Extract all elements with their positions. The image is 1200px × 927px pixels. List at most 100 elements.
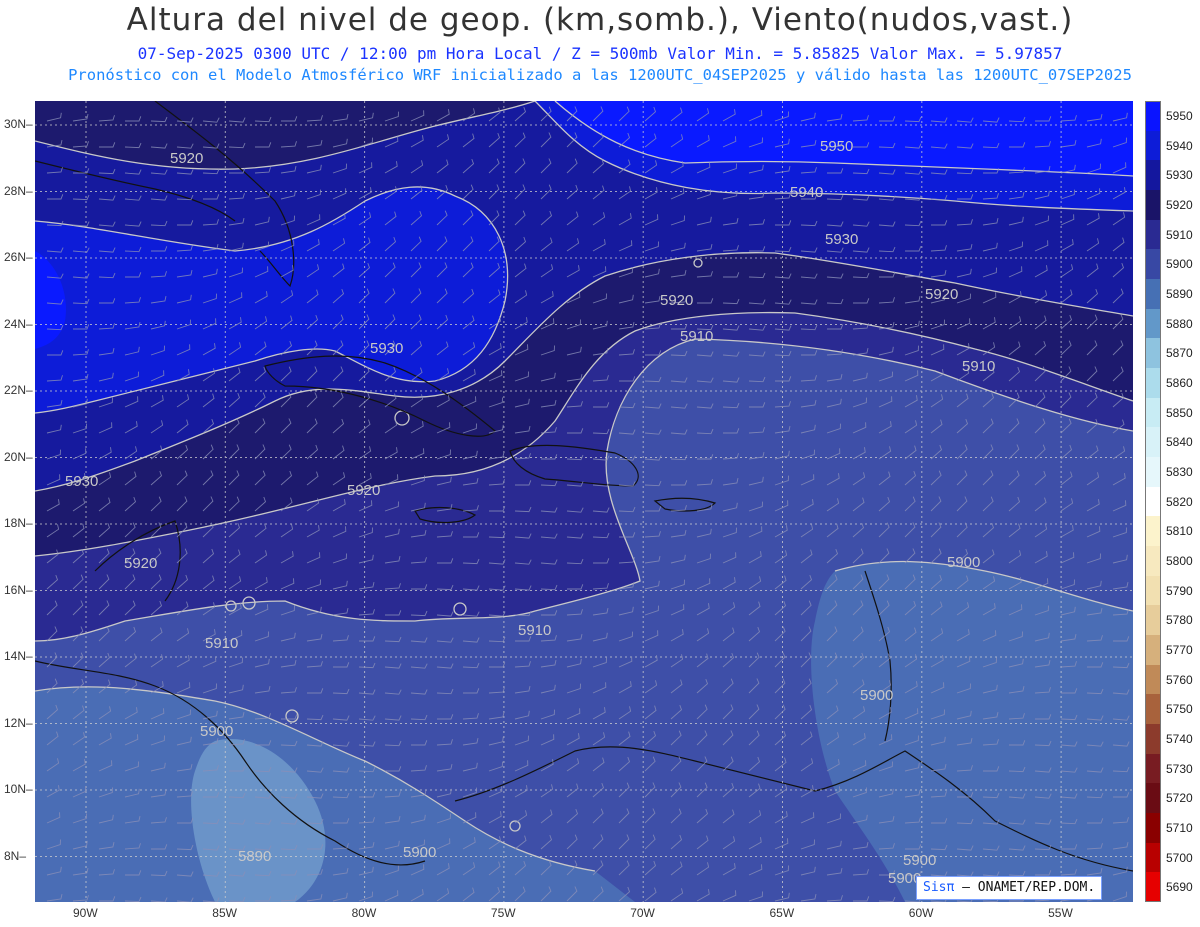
- colorbar-swatch: [1145, 664, 1161, 695]
- colorbar-swatch: [1145, 397, 1161, 428]
- colorbar-swatch: [1145, 842, 1161, 873]
- colorbar-label: 5700: [1166, 850, 1193, 865]
- colorbar-label: 5870: [1166, 346, 1193, 361]
- contour-label: 5940: [790, 184, 823, 201]
- lon-label: 75W: [490, 906, 516, 920]
- colorbar-label: 5850: [1166, 405, 1193, 420]
- colorbar-swatch: [1145, 546, 1161, 576]
- colorbar-swatch: [1145, 575, 1161, 606]
- colorbar-swatch: [1145, 279, 1161, 309]
- contour-label: 5930: [825, 231, 858, 248]
- colorbar-label: 5740: [1166, 731, 1193, 746]
- contour-label: 5910: [205, 635, 238, 652]
- credit-text: – ONAMET/REP.DOM.: [962, 880, 1096, 895]
- lat-label: 30N–: [4, 117, 33, 131]
- colorbar-label: 5770: [1166, 642, 1193, 657]
- contour-label: 5920: [170, 150, 203, 167]
- lat-label: 10N–: [4, 782, 33, 796]
- contour-label: 5900: [860, 687, 893, 704]
- contour-label: 5920: [347, 482, 380, 499]
- colorbar-label: 5840: [1166, 435, 1193, 450]
- colorbar-label: 5710: [1166, 820, 1193, 835]
- contour-label: 5890: [238, 848, 271, 865]
- colorbar-label: 5800: [1166, 553, 1193, 568]
- colorbar-label: 5930: [1166, 168, 1193, 183]
- geopotential-map: 5920 5950 5940 5930 5920 5930 5920 5910 5910 5930…: [35, 101, 1133, 902]
- contour-label: 5920: [124, 555, 157, 572]
- colorbar-label: 5780: [1166, 613, 1193, 628]
- contour-label: 5910: [680, 328, 713, 345]
- lat-label: 26N–: [4, 250, 33, 264]
- colorbar-swatch: [1145, 813, 1161, 843]
- contour-label: 5900: [403, 844, 436, 861]
- colorbar-label: 5810: [1166, 524, 1193, 539]
- contour-label: 5910: [962, 358, 995, 375]
- lat-label: 8N–: [4, 848, 27, 863]
- lat-label: 28N–: [4, 183, 33, 198]
- colorbar-label: 5830: [1166, 464, 1193, 479]
- colorbar-swatch: [1145, 101, 1161, 131]
- model-info-line: Pronóstico con el Modelo Atmosférico WRF…: [68, 66, 1132, 84]
- colorbar-label: 5790: [1166, 583, 1193, 598]
- colorbar-label: 5760: [1166, 672, 1193, 687]
- map-panel: 5920 5950 5940 5930 5920 5930 5920 5910 5910 5930…: [35, 101, 1133, 902]
- colorbar-label: 5820: [1166, 494, 1193, 509]
- colorbar-swatch: [1145, 308, 1161, 339]
- colorbar-label: 5730: [1166, 761, 1193, 776]
- colorbar-label: 5950: [1166, 108, 1193, 123]
- colorbar-swatch: [1145, 457, 1161, 487]
- colorbar-swatch: [1145, 516, 1161, 547]
- lat-label: 18N–: [4, 516, 33, 530]
- lat-label: 20N–: [4, 449, 33, 464]
- contour-label: 5930: [370, 340, 403, 357]
- colorbar-swatch: [1145, 753, 1161, 784]
- colorbar-swatch: [1145, 190, 1161, 220]
- colorbar-label: 5720: [1166, 791, 1193, 806]
- colorbar-label: 5940: [1166, 138, 1193, 153]
- colorbar-swatch: [1145, 427, 1161, 458]
- chart-title: Altura del nivel de geop. (km,somb.), Vi…: [126, 2, 1074, 38]
- colorbar-swatch: [1145, 160, 1161, 191]
- lat-label: 22N–: [4, 383, 33, 397]
- colorbar-swatch: [1145, 694, 1161, 725]
- colorbar-swatch: [1145, 872, 1161, 903]
- brand-logo: Sisπ: [923, 880, 955, 895]
- colorbar-label: 5750: [1166, 702, 1193, 717]
- colorbar-swatch: [1145, 249, 1161, 280]
- credit-box: Sisπ – ONAMET/REP.DOM.: [916, 876, 1103, 900]
- colorbar-swatch: [1145, 219, 1161, 250]
- colorbar-swatch: [1145, 605, 1161, 636]
- contour-label: 5900: [947, 554, 980, 571]
- colorbar-label: 5890: [1166, 286, 1193, 301]
- lat-label: 16N–: [4, 582, 33, 597]
- contour-label: 5900: [200, 723, 233, 740]
- lon-label: 90W: [73, 906, 98, 920]
- forecast-time-line: 07-Sep-2025 0300 UTC / 12:00 pm Hora Loc…: [137, 44, 1063, 63]
- colorbar-label: 5690: [1166, 880, 1193, 895]
- lon-label: 85W: [212, 906, 237, 920]
- lon-label: 65W: [769, 906, 795, 920]
- lon-label: 70W: [630, 906, 655, 920]
- contour-label: 5900: [903, 852, 936, 869]
- lon-label: 60W: [908, 906, 934, 920]
- colorbar-label: 5900: [1166, 257, 1193, 272]
- contour-label: 5930: [65, 473, 98, 490]
- lat-label: 12N–: [4, 715, 33, 730]
- colorbar-swatch: [1145, 783, 1161, 814]
- colorbar-swatch: [1145, 635, 1161, 665]
- colorbar-swatch: [1145, 338, 1161, 369]
- colorbar-swatch: [1145, 724, 1161, 754]
- colorbar-label: 5920: [1166, 197, 1193, 212]
- colorbar-label: 5860: [1166, 375, 1193, 390]
- colorbar-label: 5910: [1166, 227, 1193, 242]
- lat-label: 24N–: [4, 316, 33, 331]
- colorbar-swatch: [1145, 368, 1161, 398]
- lon-label: 80W: [351, 906, 377, 920]
- contour-label: 5910: [518, 622, 551, 639]
- contour-label: 5950: [820, 138, 853, 155]
- lon-label: 55W: [1048, 906, 1073, 920]
- lat-label: 14N–: [4, 649, 33, 663]
- colorbar-swatch: [1145, 486, 1161, 517]
- colorbar-swatch: [1145, 130, 1161, 161]
- contour-label: 5920: [925, 286, 958, 303]
